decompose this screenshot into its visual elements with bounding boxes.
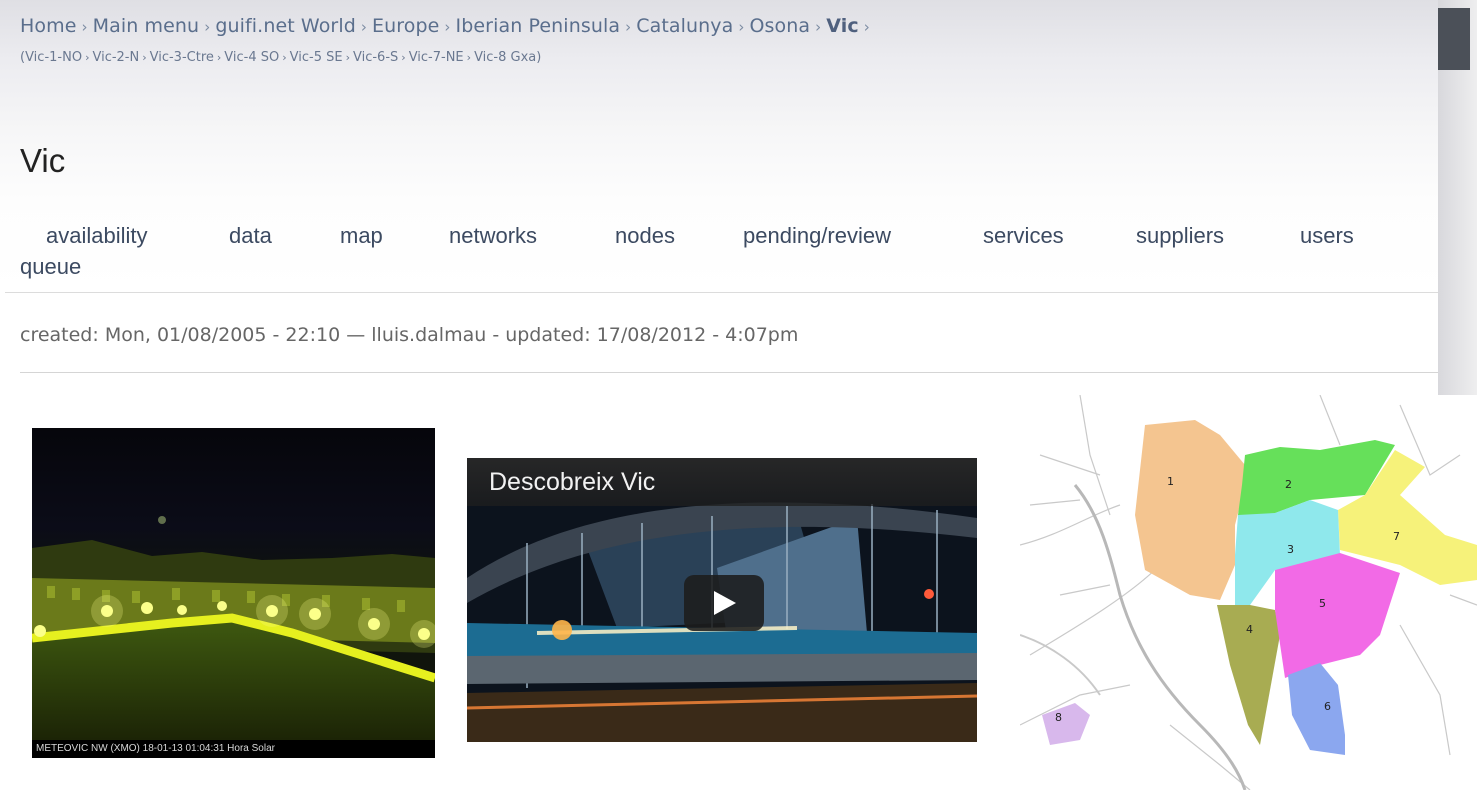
district-map-graphic: 1 2 3 4 5 6 7 8 xyxy=(1020,395,1477,790)
breadcrumb-separator: › xyxy=(444,18,451,36)
subzone-links: (Vic-1-NO › Vic-2-N › Vic-3-Ctre › Vic-4 SO › Vi… xyxy=(20,50,541,65)
tab-pending-review[interactable]: pending/review xyxy=(743,220,891,251)
webcam-image[interactable]: METEOVIC NW (XMO) 18-01-13 01:04:31 Hora… xyxy=(32,428,435,758)
subzone-close-paren: ) xyxy=(536,50,542,65)
breadcrumb-osona[interactable]: Osona xyxy=(749,15,810,37)
video-player[interactable]: Descobreix Vic xyxy=(467,458,977,742)
breadcrumb-separator: › xyxy=(85,51,90,64)
breadcrumb-separator: › xyxy=(345,51,350,64)
breadcrumb-separator: › xyxy=(204,18,211,36)
meta-dash: — xyxy=(346,324,366,346)
breadcrumb-main-menu[interactable]: Main menu xyxy=(93,15,200,37)
breadcrumb-separator: › xyxy=(863,18,870,36)
tab-queue[interactable]: queue xyxy=(20,251,81,282)
zone-label-1: 1 xyxy=(1167,475,1174,488)
tab-suppliers[interactable]: suppliers xyxy=(1136,220,1224,251)
tab-map[interactable]: map xyxy=(340,220,383,251)
breadcrumb-separator: › xyxy=(625,18,632,36)
node-meta: created: Mon, 01/08/2005 - 22:10 — lluis… xyxy=(20,324,798,346)
zone-label-8: 8 xyxy=(1055,711,1062,724)
breadcrumb-separator: › xyxy=(282,51,287,64)
webcam-caption: METEOVIC NW (XMO) 18-01-13 01:04:31 Hora… xyxy=(32,740,435,758)
breadcrumb-current[interactable]: Vic xyxy=(826,15,858,37)
subzone-link[interactable]: Vic-6-S xyxy=(353,50,398,65)
updated-date: 17/08/2012 - 4:07pm xyxy=(596,324,799,346)
breadcrumb: Home › Main menu › guifi.net World › Europe › Ib… xyxy=(20,15,875,37)
divider xyxy=(20,372,1438,373)
breadcrumb-europe[interactable]: Europe xyxy=(372,15,439,37)
scrollbar-thumb[interactable] xyxy=(1438,8,1470,70)
zone-label-4: 4 xyxy=(1246,623,1253,636)
subzone-link[interactable]: Vic-2-N xyxy=(92,50,139,65)
video-title[interactable]: Descobreix Vic xyxy=(489,468,655,497)
subzone-link[interactable]: Vic-3-Ctre xyxy=(150,50,214,65)
breadcrumb-separator: › xyxy=(142,51,147,64)
divider xyxy=(5,292,1438,293)
tab-nodes[interactable]: nodes xyxy=(615,220,675,251)
zone-label-7: 7 xyxy=(1393,530,1400,543)
tab-networks[interactable]: networks xyxy=(449,220,537,251)
zone-label-6: 6 xyxy=(1324,700,1331,713)
tab-services[interactable]: services xyxy=(983,220,1064,251)
zone-label-2: 2 xyxy=(1285,478,1292,491)
breadcrumb-guifi-world[interactable]: guifi.net World xyxy=(215,15,356,37)
author-link[interactable]: lluis.dalmau xyxy=(371,324,486,346)
breadcrumb-separator: › xyxy=(401,51,406,64)
zone-label-5: 5 xyxy=(1319,597,1326,610)
breadcrumb-separator: › xyxy=(738,18,745,36)
tab-data[interactable]: data xyxy=(229,220,272,251)
breadcrumb-iberian-peninsula[interactable]: Iberian Peninsula xyxy=(456,15,621,37)
tab-availability[interactable]: availability xyxy=(46,220,148,251)
subzone-link[interactable]: Vic-7-NE xyxy=(409,50,464,65)
created-date: Mon, 01/08/2005 - 22:10 xyxy=(104,324,341,346)
updated-label: - updated: xyxy=(492,324,591,346)
subzone-link[interactable]: Vic-5 SE xyxy=(290,50,343,65)
subzone-link[interactable]: Vic-1-NO xyxy=(25,50,82,65)
subzone-link[interactable]: Vic-8 Gxa xyxy=(474,50,536,65)
zone-label-3: 3 xyxy=(1287,543,1294,556)
breadcrumb-separator: › xyxy=(81,18,88,36)
breadcrumb-separator: › xyxy=(360,18,367,36)
breadcrumb-separator: › xyxy=(216,51,222,64)
breadcrumb-separator: › xyxy=(466,51,472,64)
tab-users[interactable]: users xyxy=(1300,220,1354,251)
breadcrumb-catalunya[interactable]: Catalunya xyxy=(636,15,733,37)
page-title: Vic xyxy=(20,142,66,179)
district-map[interactable]: 1 2 3 4 5 6 7 8 xyxy=(1020,395,1477,790)
breadcrumb-separator: › xyxy=(815,18,822,36)
breadcrumb-home[interactable]: Home xyxy=(20,15,77,37)
created-label: created: xyxy=(20,324,99,346)
play-button[interactable] xyxy=(684,575,764,631)
play-icon xyxy=(714,591,736,615)
webcam-scene xyxy=(32,516,435,740)
subzone-link[interactable]: Vic-4 SO xyxy=(224,50,279,65)
